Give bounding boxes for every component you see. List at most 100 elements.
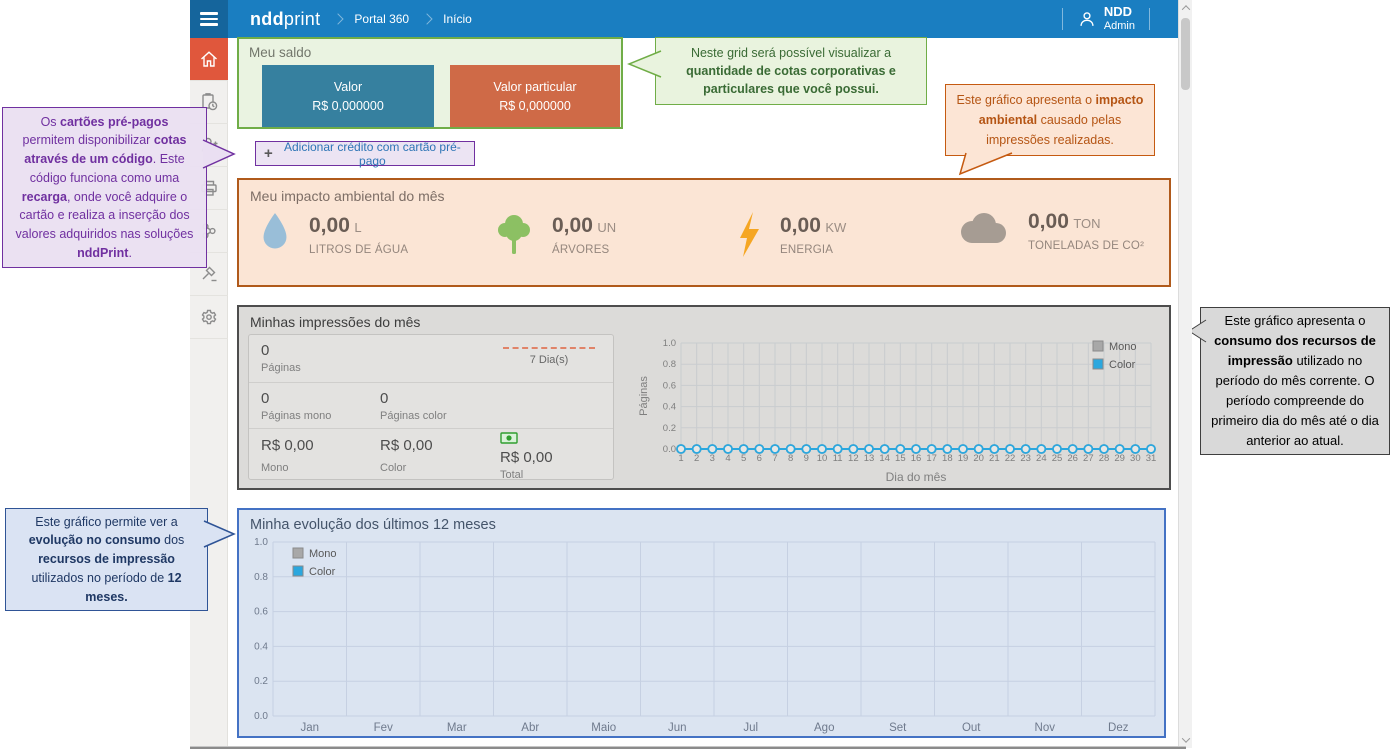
svg-text:Fev: Fev [374,722,393,734]
water-drop-icon [257,210,293,260]
svg-text:26: 26 [1067,453,1078,464]
svg-text:8: 8 [788,453,793,464]
svg-text:17: 17 [926,453,937,464]
svg-text:0.4: 0.4 [254,641,268,652]
svg-text:0.6: 0.6 [254,607,268,618]
panel-impacto-ambiental: Meu impacto ambiental do mês 0,00 L LITR… [237,178,1171,287]
svg-text:10: 10 [817,453,828,464]
impacto-item-agua: 0,00 L LITROS DE ÁGUA [257,210,408,260]
impacto-value: 0,00 [309,214,350,237]
periodo-label: 7 Dia(s) [503,354,595,366]
stat-label: Páginas color [380,410,447,422]
panel-meu-saldo: Meu saldo Valor R$ 0,000000 Valor partic… [237,37,623,129]
callout-evolucao-12m: Este gráfico permite ver a evolução no c… [5,508,208,611]
callout-tail-right [202,516,237,552]
svg-text:Abr: Abr [521,722,539,734]
impressoes-stats: 0 Páginas 7 Dia(s) 0 Páginas mono 0 Pági… [248,334,614,480]
svg-text:0.6: 0.6 [663,380,676,391]
stat-paginas: 0 Páginas [261,342,301,374]
stat-label: Páginas mono [261,410,331,422]
scroll-up-arrow[interactable] [1179,1,1193,15]
stat-value: R$ 0,00 [261,437,314,454]
panel-title: Meu impacto ambiental do mês [250,188,445,204]
saldo-card-label: Valor [334,80,362,94]
svg-text:5: 5 [741,453,746,464]
hamburger-menu-icon[interactable] [190,0,228,38]
home-icon [198,48,220,70]
impacto-value: 0,00 [552,214,593,237]
svg-text:6: 6 [757,453,762,464]
svg-text:30: 30 [1130,453,1141,464]
impacto-unit: UN [597,220,616,235]
stat-paginas-mono: 0 Páginas mono [261,390,331,422]
stat-value: 0 [261,390,331,407]
user-menu[interactable]: NDD Admin [1077,5,1135,33]
callout-tail-right [201,134,237,174]
breadcrumb-inicio[interactable]: Início [443,12,472,26]
callout-text: Neste grid será possível visualizar a qu… [666,44,916,98]
svg-text:1.0: 1.0 [254,537,268,548]
svg-text:0.2: 0.2 [254,676,268,687]
svg-text:15: 15 [895,453,906,464]
impacto-value: 0,00 [780,214,821,237]
scrollbar-thumb[interactable] [1181,18,1190,90]
impacto-unit: TON [1073,216,1100,231]
svg-text:0.8: 0.8 [663,359,676,370]
impacto-label: ÁRVORES [552,244,616,256]
user-name: NDD [1104,5,1135,20]
svg-text:9: 9 [804,453,809,464]
svg-text:Color: Color [1109,359,1136,371]
saldo-card-valor-particular: Valor particular R$ 0,000000 [450,65,620,127]
saldo-card-value: R$ 0,000000 [312,99,384,113]
vertical-scrollbar[interactable] [1178,0,1192,748]
lightning-icon [734,210,764,260]
panel-title: Meu saldo [249,45,311,60]
daily-pages-chart: 0.00.20.40.60.81.01234567891011121314151… [637,333,1165,485]
svg-text:28: 28 [1099,453,1110,464]
callout-text: Este gráfico permite ver a evolução no c… [16,513,197,607]
dashed-line [503,347,595,349]
svg-text:0.2: 0.2 [663,423,676,434]
logo-bold: ndd [250,9,284,29]
svg-text:1: 1 [678,453,683,464]
topbar-divider [1062,8,1063,30]
svg-text:Jan: Jan [300,722,319,734]
stats-row: R$ 0,00 Mono R$ 0,00 Color R$ 0,00 Total [249,429,613,481]
add-credit-label: Adicionar crédito com cartão pré-pago [279,140,466,168]
stat-label: Mono [261,462,314,474]
svg-text:Set: Set [889,722,907,734]
add-credit-button[interactable]: + Adicionar crédito com cartão pré-pago [255,141,475,166]
sidebar-item-settings[interactable] [190,296,228,339]
svg-text:23: 23 [1020,453,1031,464]
callout-tail-left [626,48,662,80]
user-role: Admin [1104,20,1135,33]
impacto-label: ENERGIA [780,244,846,256]
callout-text: Este gráfico apresenta o impacto ambient… [956,90,1144,150]
callout-saldo-grid: Neste grid será possível visualizar a qu… [655,37,927,105]
svg-text:25: 25 [1052,453,1063,464]
stat-paginas-color: 0 Páginas color [380,390,447,422]
impacto-value: 0,00 [1028,210,1069,233]
panel-title: Minhas impressões do mês [250,314,420,330]
impacto-item-energia: 0,00 KW ENERGIA [734,210,846,260]
svg-text:Mono: Mono [309,548,337,560]
svg-text:18: 18 [942,453,953,464]
svg-text:0.8: 0.8 [254,572,268,583]
svg-text:14: 14 [879,453,890,464]
sidebar-item-home[interactable] [190,38,228,81]
svg-text:Maio: Maio [591,722,616,734]
stat-label: Páginas [261,362,301,374]
impacto-unit: L [354,220,361,235]
svg-text:0.4: 0.4 [663,402,676,413]
scroll-down-arrow[interactable] [1179,733,1193,747]
svg-text:12: 12 [848,453,859,464]
breadcrumb-portal360[interactable]: Portal 360 [354,12,409,26]
nddprint-logo: nddprint [250,9,320,30]
gear-icon [198,306,220,328]
stats-row: 0 Páginas mono 0 Páginas color [249,383,613,429]
callout-prepaid-cards: Os cartões pré-pagos permitem disponibil… [2,107,207,268]
svg-text:11: 11 [833,453,843,464]
stat-value: 0 [380,390,447,407]
svg-text:31: 31 [1146,453,1157,464]
panel-title: Minha evolução dos últimos 12 meses [250,517,496,533]
